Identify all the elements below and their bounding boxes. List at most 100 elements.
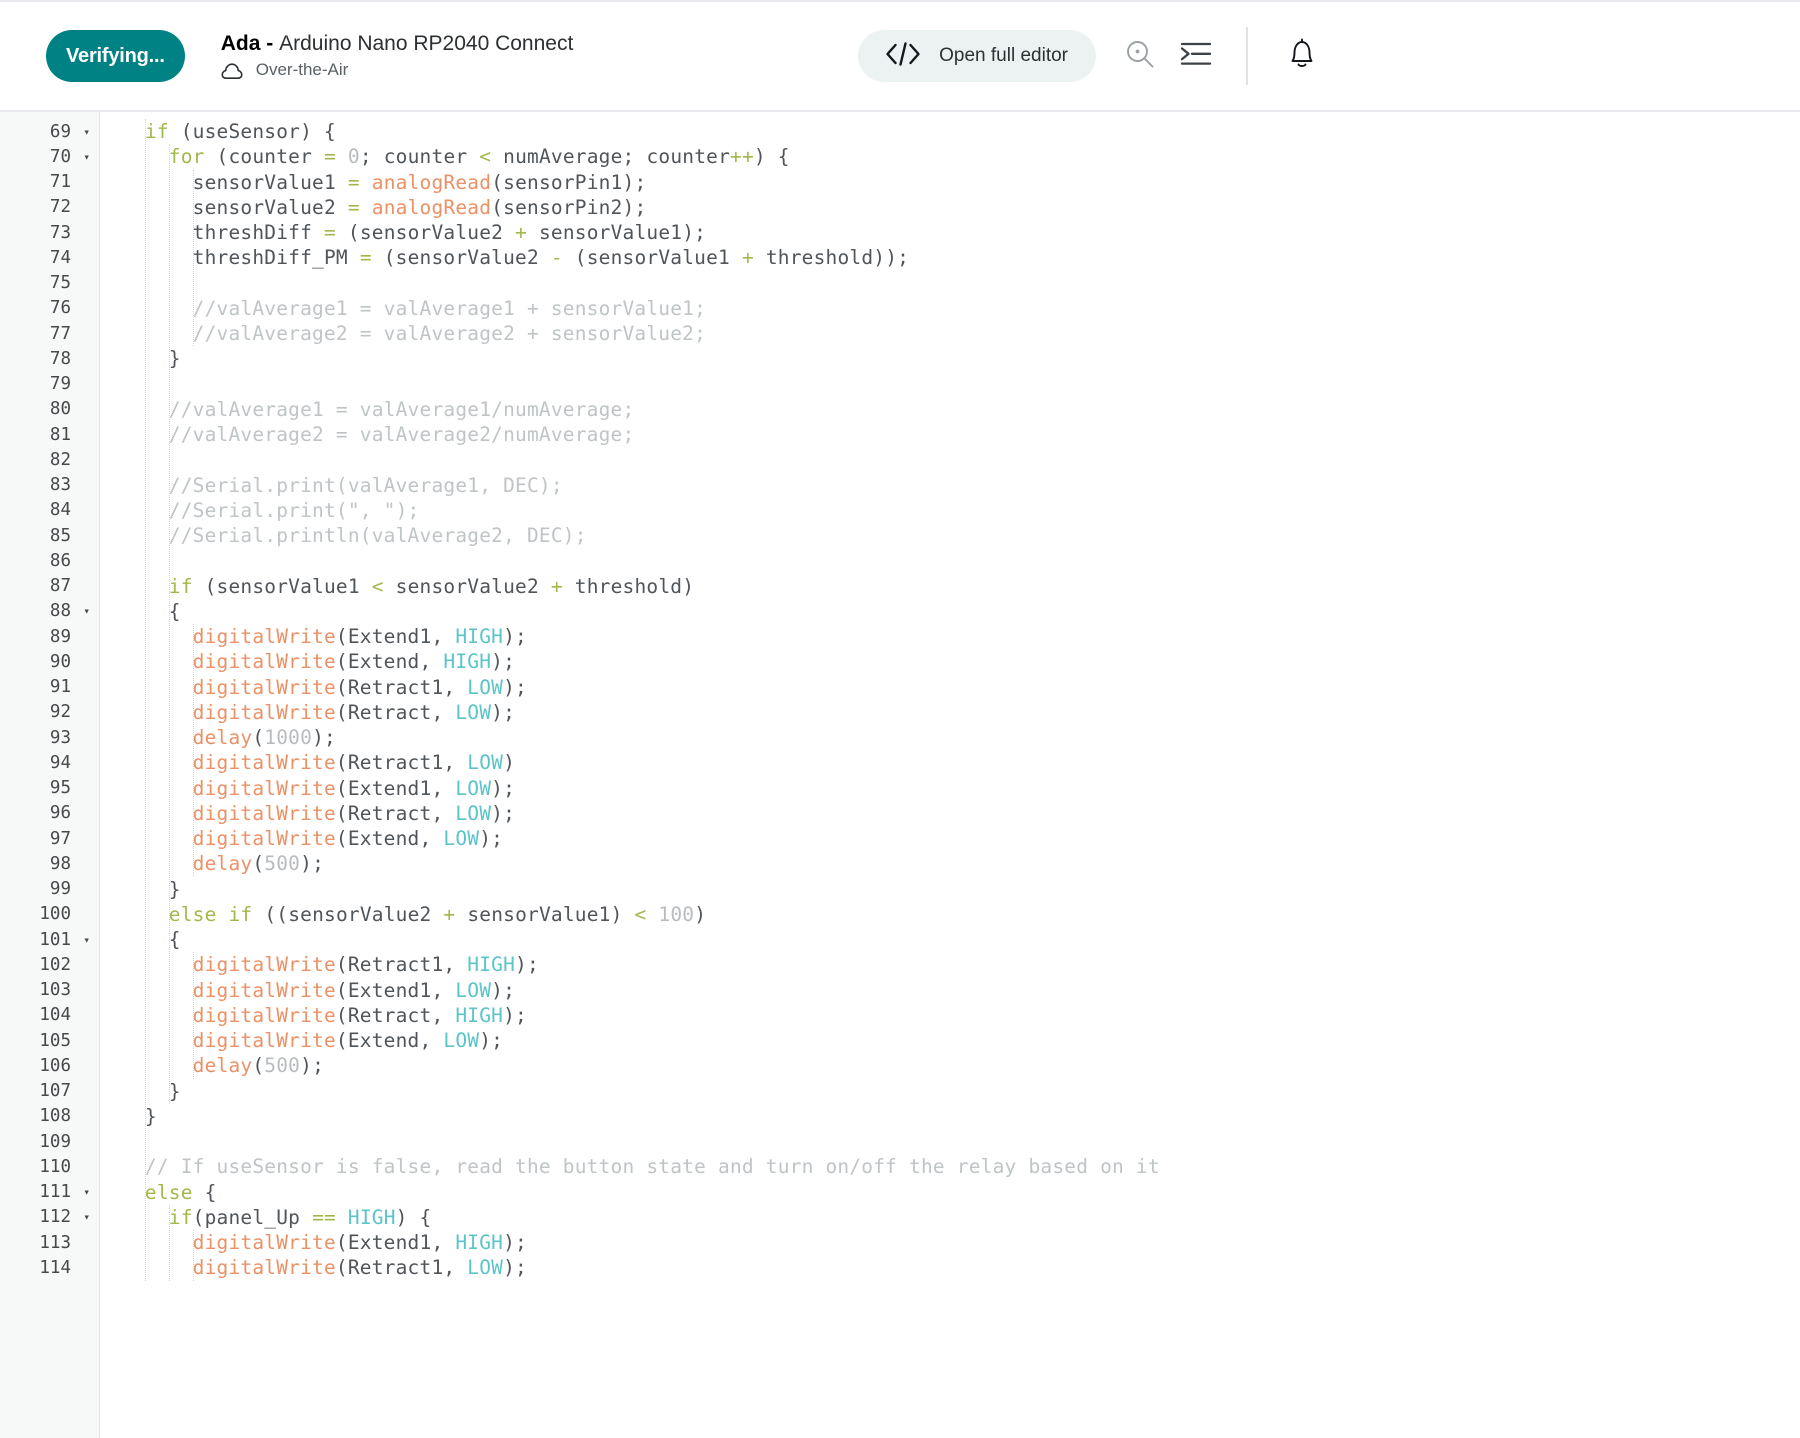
line-number: 100 (0, 904, 100, 924)
line-number: 96 (0, 803, 100, 823)
notifications-button[interactable] (1274, 28, 1330, 84)
code-text: threshDiff = (sensorValue2 + sensorValue… (100, 221, 706, 244)
line-number: 85 (0, 526, 100, 546)
app-header: Verifying... Ada - Arduino Nano RP2040 C… (0, 0, 1800, 112)
code-text: digitalWrite(Retract1, HIGH); (100, 953, 539, 976)
line-number: 87 (0, 576, 100, 596)
code-text: } (100, 878, 181, 901)
line-number: 84 (0, 500, 100, 520)
line-number: 72 (0, 197, 100, 217)
code-text: digitalWrite(Retract1, LOW); (100, 1256, 527, 1279)
code-text: if(panel_Up == HIGH) { (100, 1206, 432, 1229)
line-number: 79 (0, 374, 100, 394)
search-button[interactable] (1112, 28, 1168, 84)
line-number: 81 (0, 425, 100, 445)
line-number: 89 (0, 627, 100, 647)
title-separator: - (260, 32, 279, 55)
code-text: } (100, 347, 181, 370)
line-number: 71 (0, 172, 100, 192)
code-text: { (100, 600, 181, 623)
sketch-name: Ada (221, 32, 261, 55)
board-name: Arduino Nano RP2040 Connect (279, 32, 573, 55)
code-text: digitalWrite(Extend1, HIGH); (100, 1231, 527, 1254)
code-text: //valAverage2 = valAverage2/numAverage; (100, 423, 634, 446)
code-text: if (useSensor) { (100, 120, 336, 143)
code-text: digitalWrite(Extend1, HIGH); (100, 625, 527, 648)
line-number: 76 (0, 298, 100, 318)
line-number: 75 (0, 273, 100, 293)
line-number: 113 (0, 1233, 100, 1253)
line-number: 109 (0, 1132, 100, 1152)
code-text: //Serial.print(valAverage1, DEC); (100, 474, 563, 497)
sketch-title: Ada - Arduino Nano RP2040 Connect (221, 32, 574, 55)
bell-icon (1285, 36, 1319, 77)
open-full-editor-button[interactable]: Open full editor (858, 30, 1096, 82)
code-text: } (100, 1105, 157, 1128)
code-text: digitalWrite(Retract, LOW); (100, 802, 515, 825)
line-number: 77 (0, 324, 100, 344)
line-number: 105 (0, 1031, 100, 1051)
header-divider (1246, 27, 1248, 85)
line-number: 106 (0, 1056, 100, 1076)
line-number: 103 (0, 980, 100, 1000)
line-number: 107 (0, 1081, 100, 1101)
line-number: 86 (0, 551, 100, 571)
code-text: sensorValue1 = analogRead(sensorPin1); (100, 171, 646, 194)
code-text: digitalWrite(Extend1, LOW); (100, 777, 515, 800)
fold-toggle-icon[interactable]: ▾ (83, 606, 90, 617)
code-text: else { (100, 1181, 217, 1204)
line-number: 112▾ (0, 1207, 100, 1227)
line-number: 98 (0, 854, 100, 874)
fold-toggle-icon[interactable]: ▾ (83, 1212, 90, 1223)
code-text: digitalWrite(Retract1, LOW); (100, 676, 527, 699)
sketch-info: Ada - Arduino Nano RP2040 Connect Over-t… (221, 32, 574, 80)
line-number: 94 (0, 753, 100, 773)
line-number: 99 (0, 879, 100, 899)
code-text: delay(1000); (100, 726, 336, 749)
code-text: digitalWrite(Retract, LOW); (100, 701, 515, 724)
code-text: if (sensorValue1 < sensorValue2 + thresh… (100, 575, 694, 598)
fold-toggle-icon[interactable]: ▾ (83, 151, 90, 162)
line-number: 114 (0, 1258, 100, 1278)
fold-toggle-icon[interactable]: ▾ (83, 934, 90, 945)
line-number: 82 (0, 450, 100, 470)
code-text: digitalWrite(Retract, HIGH); (100, 1004, 527, 1027)
line-number: 70▾ (0, 147, 100, 167)
code-editor[interactable]: 69▾ if (useSensor) {70▾ for (counter = 0… (0, 112, 1800, 1438)
line-number: 95 (0, 778, 100, 798)
code-text: else if ((sensorValue2 + sensorValue1) <… (100, 903, 706, 926)
indent-list-icon (1179, 39, 1213, 74)
search-icon (1123, 37, 1157, 76)
status-badge[interactable]: Verifying... (46, 30, 185, 82)
code-text: digitalWrite(Retract1, LOW) (100, 751, 515, 774)
code-text: //valAverage1 = valAverage1 + sensorValu… (100, 297, 706, 320)
indent-button[interactable] (1168, 28, 1224, 84)
line-number: 78 (0, 349, 100, 369)
code-text: sensorValue2 = analogRead(sensorPin2); (100, 196, 646, 219)
line-number: 83 (0, 475, 100, 495)
line-number: 97 (0, 829, 100, 849)
status-badge-label: Verifying... (66, 45, 165, 68)
fold-toggle-icon[interactable]: ▾ (83, 1187, 90, 1198)
code-text: delay(500); (100, 1054, 324, 1077)
line-number: 74 (0, 248, 100, 268)
code-text: //Serial.println(valAverage2, DEC); (100, 524, 587, 547)
line-number: 102 (0, 955, 100, 975)
code-text: } (100, 1080, 181, 1103)
line-number: 92 (0, 702, 100, 722)
code-text: digitalWrite(Extend, LOW); (100, 827, 503, 850)
open-full-editor-label: Open full editor (939, 45, 1068, 67)
cloud-icon (221, 62, 243, 80)
connection-label: Over-the-Air (256, 61, 349, 80)
code-text: //valAverage2 = valAverage2 + sensorValu… (100, 322, 706, 345)
fold-toggle-icon[interactable]: ▾ (83, 126, 90, 137)
code-text: delay(500); (100, 852, 324, 875)
line-number: 111▾ (0, 1182, 100, 1202)
connection-info: Over-the-Air (221, 61, 574, 80)
code-text: for (counter = 0; counter < numAverage; … (100, 145, 790, 168)
code-brackets-icon (884, 41, 922, 72)
line-number: 104 (0, 1005, 100, 1025)
line-number: 101▾ (0, 930, 100, 950)
code-text: //valAverage1 = valAverage1/numAverage; (100, 398, 634, 421)
code-text: //Serial.print(", "); (100, 499, 420, 522)
